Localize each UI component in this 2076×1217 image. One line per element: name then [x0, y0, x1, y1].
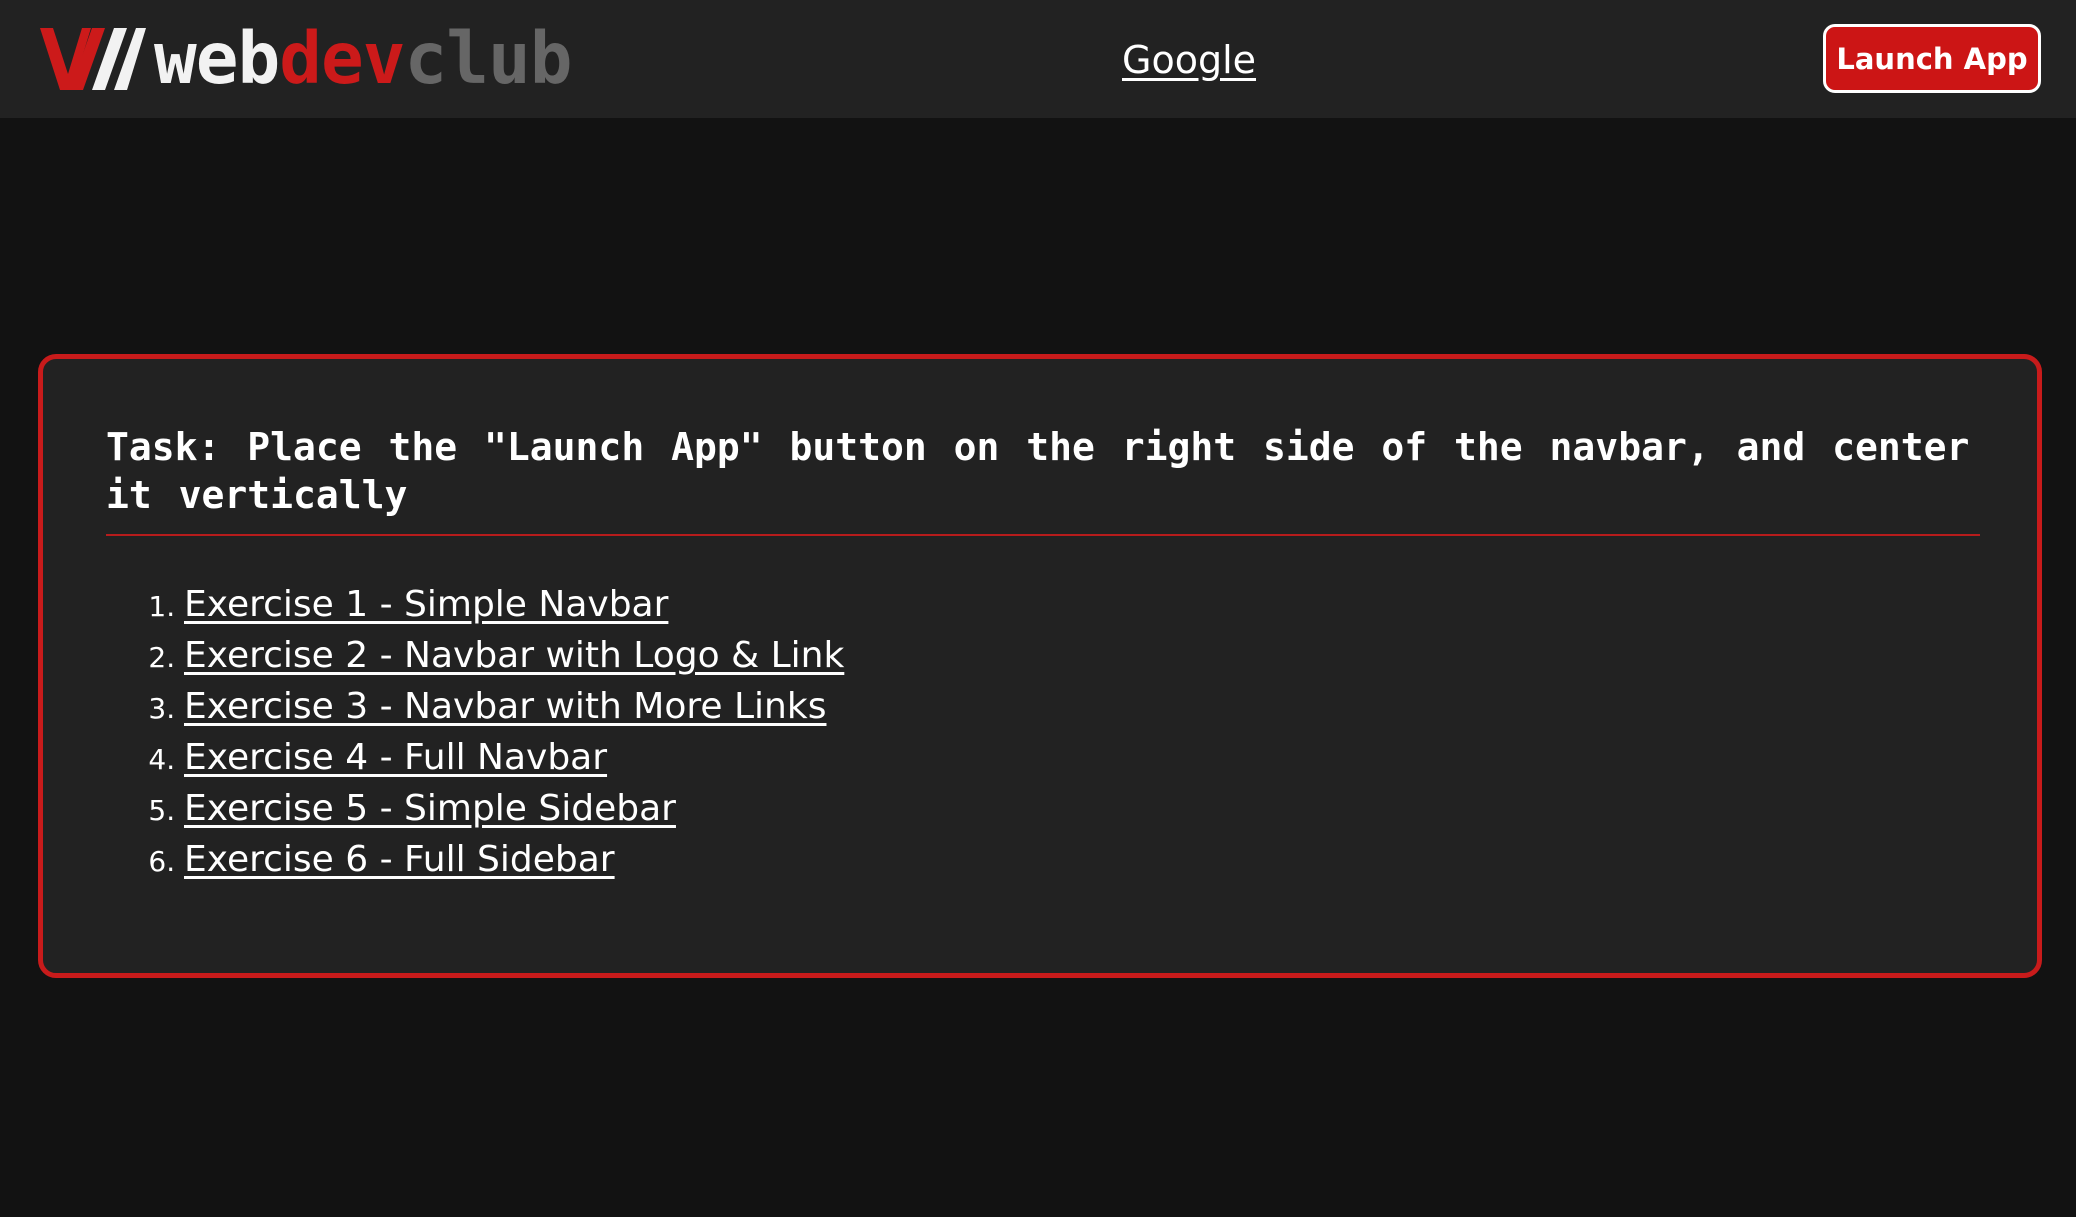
exercise-link-2[interactable]: Exercise 2 - Navbar with Logo & Link — [184, 635, 844, 676]
launch-app-button[interactable]: Launch App — [1823, 24, 2041, 93]
list-item: Exercise 6 - Full Sidebar — [184, 834, 844, 885]
list-item: Exercise 1 - Simple Navbar — [184, 579, 844, 630]
list-item: Exercise 2 - Navbar with Logo & Link — [184, 630, 844, 681]
logo-text-web: web — [154, 17, 280, 100]
exercise-link-3[interactable]: Exercise 3 - Navbar with More Links — [184, 686, 826, 727]
logo-text-club: club — [404, 17, 573, 100]
navbar: webdevclub Google Launch App — [0, 0, 2076, 118]
exercise-link-4[interactable]: Exercise 4 - Full Navbar — [184, 737, 607, 778]
logo-link[interactable]: webdevclub — [40, 23, 572, 94]
list-item: Exercise 4 - Full Navbar — [184, 732, 844, 783]
list-item: Exercise 5 - Simple Sidebar — [184, 783, 844, 834]
list-item: Exercise 3 - Navbar with More Links — [184, 681, 844, 732]
logo-wordmark: webdevclub — [154, 23, 572, 94]
task-divider — [106, 534, 1980, 536]
logo-text-dev: dev — [279, 17, 405, 100]
webdevclub-slash-logo-icon — [40, 28, 146, 90]
nav-link-google[interactable]: Google — [1122, 36, 1256, 84]
exercise-link-1[interactable]: Exercise 1 - Simple Navbar — [184, 584, 668, 625]
exercise-list: Exercise 1 - Simple Navbar Exercise 2 - … — [106, 579, 844, 885]
exercise-link-5[interactable]: Exercise 5 - Simple Sidebar — [184, 788, 676, 829]
task-card: Task: Place the "Launch App" button on t… — [38, 354, 2042, 978]
exercise-link-6[interactable]: Exercise 6 - Full Sidebar — [184, 839, 615, 880]
task-heading: Task: Place the "Launch App" button on t… — [106, 425, 1970, 517]
